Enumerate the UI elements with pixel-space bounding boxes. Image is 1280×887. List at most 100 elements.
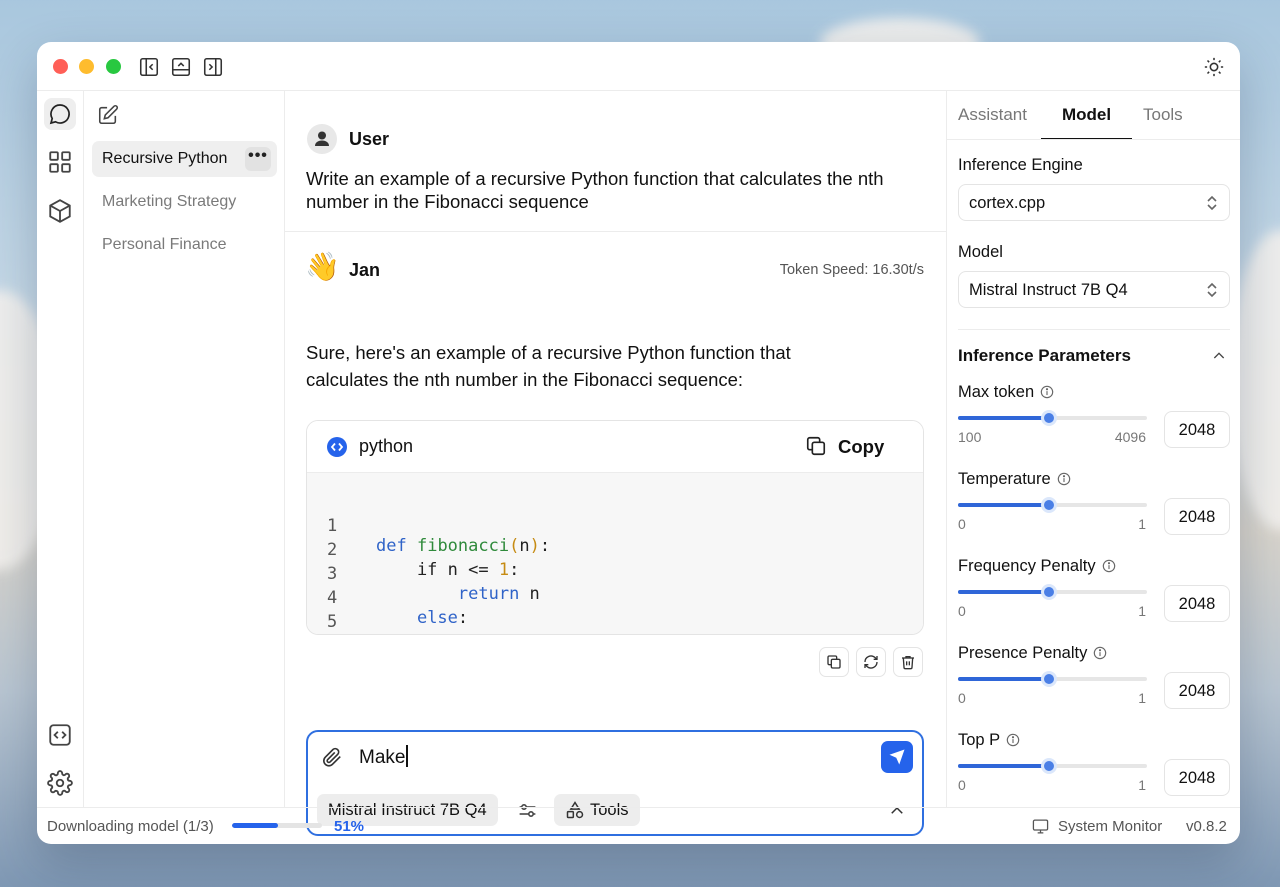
slider-fill <box>958 590 1049 594</box>
param-label-text: Temperature <box>958 470 1051 488</box>
tab-assistant[interactable]: Assistant <box>958 105 1027 125</box>
code-block-header: python Copy <box>307 421 923 473</box>
model-label: Model <box>958 243 1003 261</box>
params-title: Inference Parameters <box>958 346 1131 365</box>
text-cursor <box>406 745 408 767</box>
panel-top-icon[interactable] <box>170 56 192 78</box>
thread-list: Recursive Python ••• Marketing Strategy … <box>84 91 285 807</box>
info-icon[interactable] <box>1057 472 1071 486</box>
param-value-input[interactable]: 2048 <box>1164 672 1230 709</box>
slider-max: 1 <box>1138 516 1146 532</box>
slider-thumb[interactable] <box>1040 410 1057 426</box>
edit-icon[interactable] <box>97 104 119 126</box>
chevron-up-down-icon <box>1205 281 1219 299</box>
user-message: User Write an example of a recursive Pyt… <box>285 91 946 232</box>
chevron-up-down-icon <box>1205 194 1219 212</box>
line-number: 5 <box>327 612 338 632</box>
slider-fill <box>958 677 1049 681</box>
slider-fill <box>958 503 1049 507</box>
assistant-name: Jan <box>349 260 381 280</box>
sidebar-left-icon[interactable] <box>138 56 160 78</box>
download-progress-fill <box>232 823 278 828</box>
param-slider[interactable] <box>958 410 1147 426</box>
param-slider[interactable] <box>958 758 1147 774</box>
sidebar-right-icon[interactable] <box>202 56 224 78</box>
thread-item-recursive-python[interactable]: Recursive Python ••• <box>92 141 277 177</box>
system-monitor-button[interactable]: System Monitor <box>1058 818 1162 835</box>
copy-icon <box>805 435 827 457</box>
info-icon[interactable] <box>1093 646 1107 660</box>
param-value-input[interactable]: 2048 <box>1164 585 1230 622</box>
code-language-icon <box>327 437 347 457</box>
nav-rail <box>37 91 84 807</box>
chat-icon[interactable] <box>44 98 76 130</box>
param-value-input[interactable]: 2048 <box>1164 411 1230 448</box>
settings-panel: Assistant Model Tools Inference Engine c… <box>946 91 1240 807</box>
token-speed: Token Speed: 16.30t/s <box>779 262 924 278</box>
slider-thumb[interactable] <box>1040 584 1057 600</box>
code-line: 4 else: <box>307 568 468 628</box>
tab-tools[interactable]: Tools <box>1143 105 1183 125</box>
info-icon[interactable] <box>1040 385 1054 399</box>
slider-fill <box>958 416 1049 420</box>
message-input[interactable]: Make <box>359 745 408 769</box>
slider-thumb[interactable] <box>1040 497 1057 513</box>
model-select[interactable]: Mistral Instruct 7B Q4 <box>958 271 1230 308</box>
info-icon[interactable] <box>1006 733 1020 747</box>
chevron-up-icon[interactable] <box>1211 348 1227 364</box>
code-text: return fibonacci(n-1) + fibonacci(n-2) <box>376 632 847 634</box>
thread-more-button[interactable]: ••• <box>245 147 271 171</box>
slider-max: 1 <box>1138 690 1146 706</box>
slider-min: 0 <box>958 516 966 532</box>
user-avatar <box>307 124 337 154</box>
slider-max: 1 <box>1138 777 1146 793</box>
code-line: 2 if n <= 1: <box>307 520 519 580</box>
slider-fill <box>958 764 1049 768</box>
model-value: Mistral Instruct 7B Q4 <box>969 281 1128 299</box>
settings-icon[interactable] <box>47 770 73 796</box>
tab-model[interactable]: Model <box>1062 105 1111 125</box>
version-label: v0.8.2 <box>1186 818 1227 835</box>
grid-icon[interactable] <box>47 149 73 175</box>
thread-item-marketing-strategy[interactable]: Marketing Strategy <box>92 184 277 220</box>
info-icon[interactable] <box>1102 559 1116 573</box>
zoom-button[interactable] <box>106 59 121 74</box>
monitor-icon[interactable] <box>1032 818 1049 835</box>
chat-area: User Write an example of a recursive Pyt… <box>285 91 946 836</box>
slider-min: 100 <box>958 429 982 445</box>
slider-thumb[interactable] <box>1040 671 1057 687</box>
slider-max: 4096 <box>1114 429 1146 445</box>
code-block: python Copy 1 def fibonacci(n): 2 if n <… <box>306 420 924 635</box>
param-slider[interactable] <box>958 584 1147 600</box>
send-button[interactable] <box>881 741 913 773</box>
minimize-button[interactable] <box>79 59 94 74</box>
param-slider[interactable] <box>958 671 1147 687</box>
param-value-input[interactable]: 2048 <box>1164 759 1230 796</box>
param-label-text: Top P <box>958 731 1001 749</box>
title-bar <box>37 42 1240 91</box>
slider-min: 0 <box>958 777 966 793</box>
slider-thumb[interactable] <box>1040 758 1057 774</box>
download-progress-bar <box>232 823 322 828</box>
sun-icon[interactable] <box>1203 56 1225 78</box>
code-icon[interactable] <box>47 722 73 748</box>
close-button[interactable] <box>53 59 68 74</box>
param-label: Top P <box>958 731 1020 750</box>
delete-message-button[interactable] <box>893 647 923 677</box>
param-label: Max token <box>958 383 1054 402</box>
status-bar: Downloading model (1/3) 51% System Monit… <box>37 807 1240 844</box>
code-body: 1 def fibonacci(n): 2 if n <= 1: 3 retur… <box>307 473 923 634</box>
engine-select[interactable]: cortex.cpp <box>958 184 1230 221</box>
thread-item-personal-finance[interactable]: Personal Finance <box>92 227 277 263</box>
cube-icon[interactable] <box>47 198 73 224</box>
assistant-message-text: Sure, here's an example of a recursive P… <box>306 342 791 390</box>
tabs-divider <box>947 139 1240 140</box>
attach-icon[interactable] <box>321 746 343 768</box>
regenerate-button[interactable] <box>856 647 886 677</box>
user-message-text: Write an example of a recursive Python f… <box>306 168 884 212</box>
copy-message-button[interactable] <box>819 647 849 677</box>
slider-max: 1 <box>1138 603 1146 619</box>
assistant-avatar: 👋 <box>305 251 340 282</box>
param-slider[interactable] <box>958 497 1147 513</box>
param-value-input[interactable]: 2048 <box>1164 498 1230 535</box>
